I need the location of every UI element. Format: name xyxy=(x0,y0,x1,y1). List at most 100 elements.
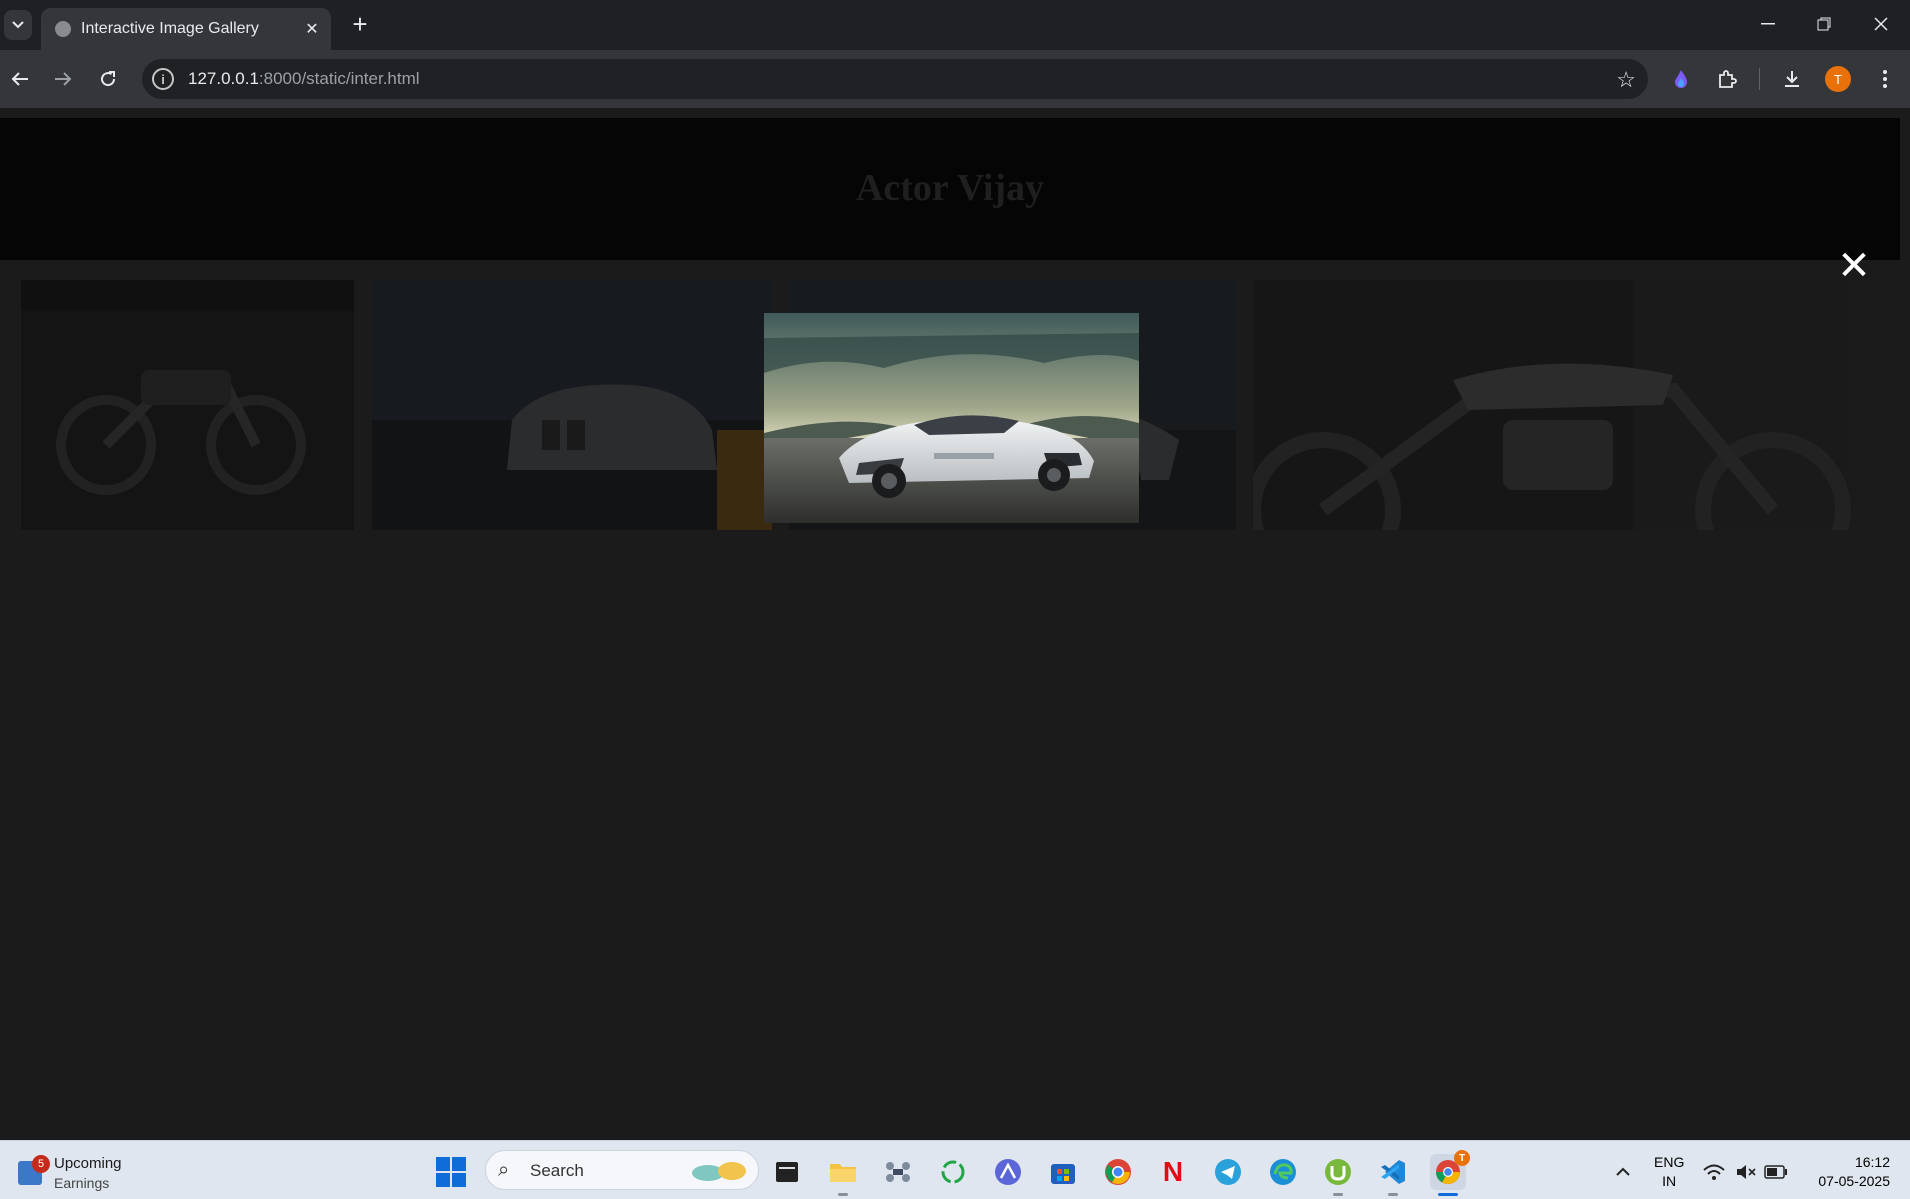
url-text[interactable]: 127.0.0.1:8000/static/inter.html xyxy=(188,69,420,89)
widget-notification-badge: 5 xyxy=(32,1155,50,1173)
vscode-logo-icon xyxy=(1381,1160,1405,1184)
address-bar[interactable]: i 127.0.0.1:8000/static/inter.html ☆ xyxy=(142,59,1648,99)
input-language-indicator[interactable]: ENG IN xyxy=(1654,1153,1684,1191)
url-host: 127.0.0.1 xyxy=(188,69,259,88)
windows-logo-tile xyxy=(436,1173,450,1187)
app-running-indicator xyxy=(1333,1193,1343,1196)
browser-tabstrip: Interactive Image Gallery ✕ + xyxy=(0,0,1910,50)
app-active-indicator xyxy=(1438,1193,1458,1196)
extensions-puzzle-icon[interactable] xyxy=(1710,62,1744,96)
telegram-logo-icon xyxy=(1215,1159,1241,1185)
windows-logo-tile xyxy=(452,1157,466,1171)
menu-kebab-icon[interactable] xyxy=(1868,62,1902,96)
tab-close-button[interactable]: ✕ xyxy=(301,18,323,40)
app-running-indicator xyxy=(838,1193,848,1196)
windows-logo-tile xyxy=(452,1173,466,1187)
taskbar-app-refresh[interactable] xyxy=(935,1154,971,1190)
profile-initial: T xyxy=(1825,66,1851,92)
url-path: :8000/static/inter.html xyxy=(258,69,420,88)
taskbar-app-vscode[interactable] xyxy=(1375,1154,1411,1196)
taskbar-app-drone[interactable] xyxy=(880,1154,916,1190)
tab-search-button[interactable] xyxy=(4,10,32,40)
profile-avatar[interactable]: T xyxy=(1821,62,1855,96)
battery-status[interactable] xyxy=(1762,1154,1790,1190)
start-button[interactable] xyxy=(436,1157,466,1187)
widgets-button[interactable]: 5 Upcoming Earnings xyxy=(14,1149,144,1193)
reload-button[interactable] xyxy=(90,61,126,97)
arrow-left-icon xyxy=(11,72,28,86)
taskbar-app-microsoft-store[interactable] xyxy=(1045,1154,1081,1190)
widget-subtitle: Earnings xyxy=(54,1175,110,1191)
utorrent-logo-icon xyxy=(1325,1159,1351,1185)
search-placeholder: Search xyxy=(530,1161,584,1180)
wifi-status[interactable] xyxy=(1700,1154,1728,1190)
downloads-icon[interactable] xyxy=(1775,62,1809,96)
forward-button[interactable] xyxy=(45,61,81,97)
taskbar-app-utorrent[interactable] xyxy=(1320,1154,1356,1196)
folder-icon xyxy=(830,1164,856,1182)
taskbar-app-terminal[interactable] xyxy=(769,1154,805,1190)
close-icon xyxy=(1874,17,1888,31)
volume-muted-icon xyxy=(1737,1165,1756,1179)
gallery-thumbnail-motorcycle[interactable] xyxy=(21,280,354,530)
gallery-page: Actor Vijay ✕ xyxy=(0,108,1910,1140)
window-close-button[interactable] xyxy=(1861,8,1901,40)
browser-tab-active[interactable]: Interactive Image Gallery ✕ xyxy=(41,8,331,50)
taskbar-app-chrome[interactable] xyxy=(1100,1154,1136,1190)
terminal-icon xyxy=(776,1162,798,1182)
chrome-profile-badge: T xyxy=(1454,1150,1470,1166)
globe-icon xyxy=(55,21,71,37)
chrome-logo-icon xyxy=(1105,1159,1131,1185)
minimize-button[interactable] xyxy=(1748,8,1788,40)
bookmark-star-icon[interactable]: ☆ xyxy=(1616,67,1636,93)
tray-overflow-button[interactable] xyxy=(1605,1154,1641,1190)
circular-arrows-icon xyxy=(941,1160,965,1184)
widget-title: Upcoming xyxy=(54,1155,122,1172)
gallery-thumbnail-royal-enfield[interactable] xyxy=(1253,280,1853,530)
search-highlight-art-icon xyxy=(692,1162,746,1181)
region-code: IN xyxy=(1662,1173,1677,1189)
taskbar-search-box[interactable]: ⌕ Search xyxy=(485,1150,759,1190)
taskbar-app-edge[interactable] xyxy=(1265,1154,1301,1190)
site-info-icon[interactable]: i xyxy=(152,68,174,90)
taskbar-app-netflix[interactable]: N xyxy=(1155,1154,1191,1190)
netflix-logo-icon: N xyxy=(1162,1156,1184,1187)
lightbox-close-button[interactable]: ✕ xyxy=(1836,243,1872,289)
drone-icon xyxy=(886,1162,910,1182)
royal-enfield-image xyxy=(1253,280,1853,530)
minimize-icon xyxy=(1761,23,1775,25)
edge-logo-icon xyxy=(1270,1159,1296,1185)
taskbar-app-arc[interactable] xyxy=(990,1154,1026,1190)
gallery-header: Actor Vijay xyxy=(0,118,1900,260)
app-running-indicator xyxy=(1388,1193,1398,1196)
motorcycle-image xyxy=(21,280,354,530)
clock-time: 16:12 xyxy=(1854,1154,1890,1170)
restore-button[interactable] xyxy=(1804,8,1844,40)
taskbar-app-telegram[interactable] xyxy=(1210,1154,1246,1190)
arrow-right-icon xyxy=(55,72,72,86)
browser-toolbar: i 127.0.0.1:8000/static/inter.html ☆ T xyxy=(0,50,1910,108)
chevron-up-icon xyxy=(1616,1167,1630,1176)
wifi-icon xyxy=(1703,1164,1725,1180)
taskbar-app-chrome-profile[interactable]: T xyxy=(1430,1150,1470,1196)
bmw-car-image xyxy=(372,280,772,530)
page-title: Actor Vijay xyxy=(855,167,1045,209)
gallery-thumbnail-bmw[interactable] xyxy=(372,280,772,530)
extension-flame-icon[interactable] xyxy=(1664,62,1698,96)
restore-icon xyxy=(1817,17,1831,31)
chevron-down-icon xyxy=(12,21,24,29)
windows-taskbar: 5 Upcoming Earnings ⌕ Search N T ENG IN … xyxy=(0,1140,1910,1199)
windows-logo-tile xyxy=(436,1157,450,1171)
arc-logo-icon xyxy=(995,1159,1021,1185)
taskbar-app-file-explorer[interactable] xyxy=(825,1154,861,1196)
lamborghini-enlarged-image xyxy=(764,313,1139,523)
volume-status[interactable] xyxy=(1732,1154,1760,1190)
new-tab-button[interactable]: + xyxy=(344,8,376,40)
store-bag-icon xyxy=(1051,1164,1075,1184)
lightbox-image[interactable] xyxy=(764,313,1139,523)
back-button[interactable] xyxy=(2,61,38,97)
tab-title: Interactive Image Gallery xyxy=(81,20,259,37)
taskbar-clock[interactable]: 16:12 07-05-2025 xyxy=(1800,1153,1890,1191)
reload-icon xyxy=(101,71,116,87)
toolbar-separator xyxy=(1759,68,1760,90)
